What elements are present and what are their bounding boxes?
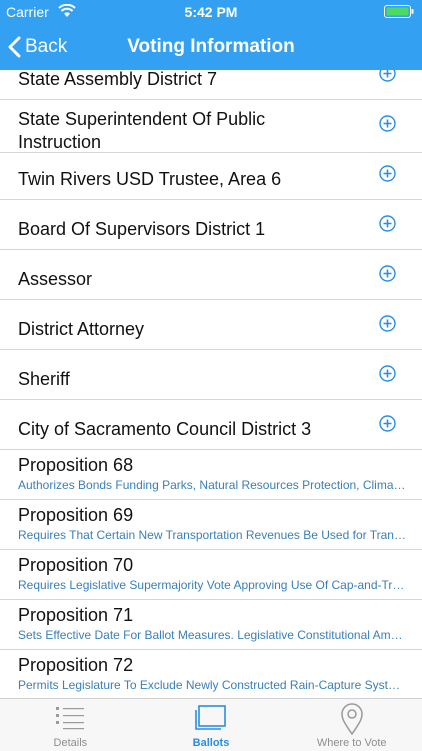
proposition-row[interactable]: Proposition 71 Sets Effective Date For B… bbox=[0, 600, 422, 650]
contest-label: Twin Rivers USD Trustee, Area 6 bbox=[18, 169, 282, 189]
tab-details[interactable]: Details bbox=[0, 699, 141, 751]
contest-row[interactable]: Assessor bbox=[0, 250, 422, 300]
proposition-description: Authorizes Bonds Funding Parks, Natural … bbox=[18, 478, 406, 492]
add-circle-icon[interactable] bbox=[379, 70, 396, 82]
tab-label: Details bbox=[53, 737, 88, 749]
ballot-list[interactable]: State Assembly District 7 State Superint… bbox=[0, 70, 422, 698]
status-time: 5:42 PM bbox=[184, 4, 238, 20]
proposition-title: Proposition 69 bbox=[18, 505, 134, 525]
contest-label: Assessor bbox=[18, 269, 93, 289]
proposition-description: Requires Legislative Supermajority Vote … bbox=[18, 578, 406, 592]
contest-label: State Assembly District 7 bbox=[18, 70, 218, 89]
proposition-title: Proposition 71 bbox=[18, 605, 134, 625]
proposition-row[interactable]: Proposition 68 Authorizes Bonds Funding … bbox=[0, 450, 422, 500]
proposition-row[interactable]: Proposition 72 Permits Legislature To Ex… bbox=[0, 650, 422, 698]
proposition-row[interactable]: Proposition 69 Requires That Certain New… bbox=[0, 500, 422, 550]
contest-label: Board Of Supervisors District 1 bbox=[18, 219, 266, 239]
tab-label: Ballots bbox=[192, 737, 230, 749]
location-pin-icon bbox=[340, 703, 363, 735]
contest-row[interactable]: District Attorney bbox=[0, 300, 422, 350]
contest-label: Sheriff bbox=[18, 369, 70, 389]
add-circle-icon[interactable] bbox=[379, 415, 396, 432]
proposition-title: Proposition 68 bbox=[18, 455, 134, 475]
ballots-icon bbox=[195, 705, 226, 730]
contest-label: City of Sacramento Council District 3 bbox=[18, 419, 312, 439]
contest-row[interactable]: Board Of Supervisors District 1 bbox=[0, 200, 422, 250]
tab-ballots[interactable]: Ballots bbox=[141, 699, 282, 751]
status-bar: Carrier 5:42 PM bbox=[0, 0, 422, 24]
contest-row[interactable]: State Superintendent Of Public Instructi… bbox=[0, 100, 422, 153]
proposition-row[interactable]: Proposition 70 Requires Legislative Supe… bbox=[0, 550, 422, 600]
contest-row[interactable]: City of Sacramento Council District 3 bbox=[0, 400, 422, 450]
add-circle-icon[interactable] bbox=[379, 215, 396, 232]
contest-label: District Attorney bbox=[18, 319, 145, 339]
header: Carrier 5:42 PM Back Voting Information bbox=[0, 0, 422, 70]
contest-row[interactable]: Twin Rivers USD Trustee, Area 6 bbox=[0, 153, 422, 200]
add-circle-icon[interactable] bbox=[379, 315, 396, 332]
add-circle-icon[interactable] bbox=[379, 165, 396, 182]
tab-bar: Details Ballots Where to Vote bbox=[0, 698, 422, 751]
add-circle-icon[interactable] bbox=[379, 265, 396, 282]
contest-label: State Superintendent Of Public Instructi… bbox=[18, 109, 266, 152]
list-icon bbox=[56, 707, 85, 730]
battery-icon bbox=[384, 5, 414, 18]
navigation-bar: Back Voting Information bbox=[0, 24, 422, 70]
add-circle-icon[interactable] bbox=[379, 365, 396, 382]
proposition-title: Proposition 72 bbox=[18, 655, 134, 675]
contest-row[interactable]: Sheriff bbox=[0, 350, 422, 400]
proposition-description: Permits Legislature To Exclude Newly Con… bbox=[18, 678, 406, 692]
proposition-title: Proposition 70 bbox=[18, 555, 134, 575]
tab-label: Where to Vote bbox=[316, 737, 387, 749]
proposition-description: Requires That Certain New Transportation… bbox=[18, 528, 406, 542]
page-title: Voting Information bbox=[127, 36, 295, 57]
contest-row[interactable]: State Assembly District 7 bbox=[0, 70, 422, 100]
add-circle-icon[interactable] bbox=[379, 115, 396, 132]
proposition-description: Sets Effective Date For Ballot Measures.… bbox=[18, 628, 406, 642]
tab-where-to-vote[interactable]: Where to Vote bbox=[281, 699, 422, 751]
